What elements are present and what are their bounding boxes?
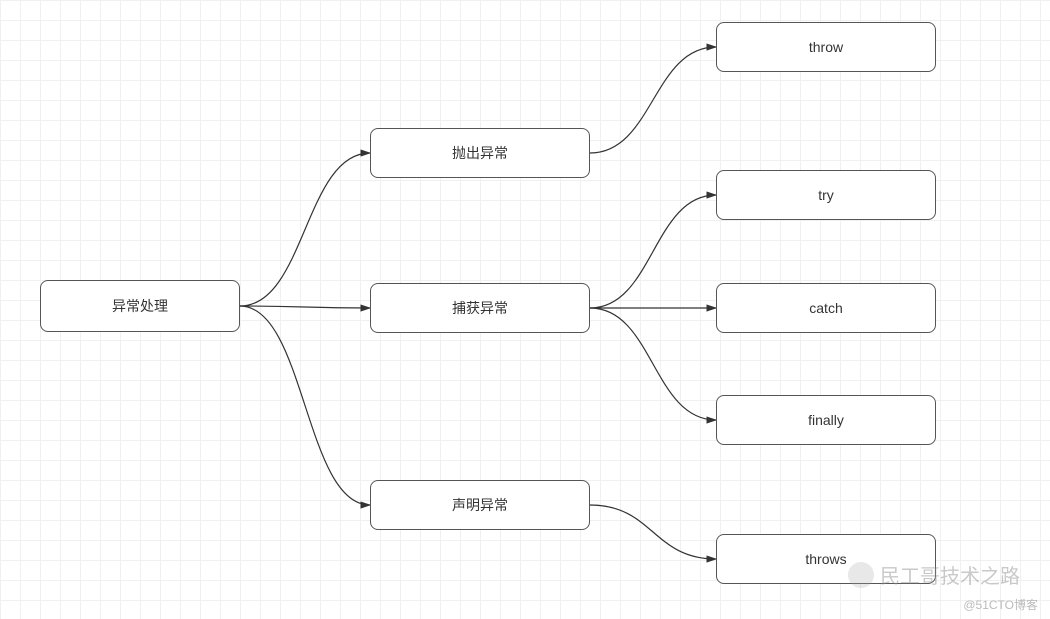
- leaf-throws-label: throws: [805, 551, 846, 567]
- branch-declare: 声明异常: [370, 480, 590, 530]
- watermark-text: 民工哥技术之路: [880, 560, 1020, 589]
- branch-catch-label: 捕获异常: [452, 298, 508, 318]
- watermark: 民工哥技术之路: [848, 560, 1020, 589]
- leaf-try: try: [716, 170, 936, 220]
- branch-declare-label: 声明异常: [452, 495, 508, 515]
- credit-text: @51CTO博客: [963, 596, 1038, 613]
- leaf-finally: finally: [716, 395, 936, 445]
- leaf-throw: throw: [716, 22, 936, 72]
- wechat-icon: [848, 562, 874, 588]
- root-node: 异常处理: [40, 280, 240, 332]
- branch-throw: 抛出异常: [370, 128, 590, 178]
- branch-catch: 捕获异常: [370, 283, 590, 333]
- branch-throw-label: 抛出异常: [452, 143, 508, 163]
- leaf-finally-label: finally: [808, 412, 844, 428]
- leaf-try-label: try: [818, 187, 834, 203]
- leaf-catch-label: catch: [809, 300, 842, 316]
- leaf-throw-label: throw: [809, 39, 843, 55]
- leaf-catch: catch: [716, 283, 936, 333]
- root-label: 异常处理: [112, 296, 168, 316]
